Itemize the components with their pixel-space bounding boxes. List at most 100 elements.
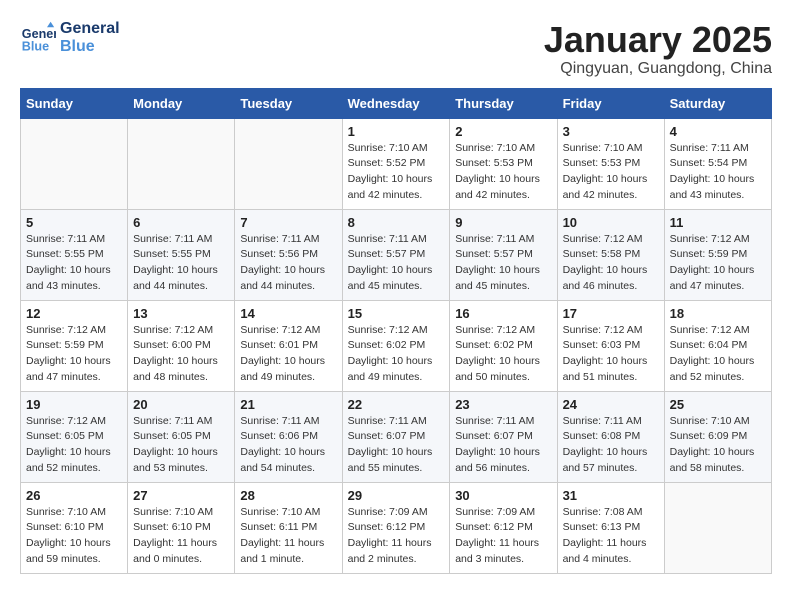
calendar-cell: 26 Sunrise: 7:10 AMSunset: 6:10 PMDayligh… — [21, 482, 128, 573]
calendar-cell: 31 Sunrise: 7:08 AMSunset: 6:13 PMDayligh… — [557, 482, 664, 573]
day-info: Sunrise: 7:12 AMSunset: 6:04 PMDaylight:… — [670, 323, 766, 386]
calendar-cell: 5 Sunrise: 7:11 AMSunset: 5:55 PMDaylight… — [21, 209, 128, 300]
week-row-3: 12 Sunrise: 7:12 AMSunset: 5:59 PMDayligh… — [21, 300, 772, 391]
calendar-cell: 4Sunrise: 7:11 AMSunset: 5:54 PMDaylight… — [664, 118, 771, 209]
weekday-header-monday: Monday — [128, 88, 235, 118]
day-number: 29 — [348, 488, 445, 503]
day-info: Sunrise: 7:12 AMSunset: 5:59 PMDaylight:… — [670, 232, 766, 295]
day-number: 9 — [455, 215, 551, 230]
calendar-cell: 13 Sunrise: 7:12 AMSunset: 6:00 PMDayligh… — [128, 300, 235, 391]
calendar-cell: 15 Sunrise: 7:12 AMSunset: 6:02 PMDayligh… — [342, 300, 450, 391]
weekday-header-sunday: Sunday — [21, 88, 128, 118]
day-info: Sunrise: 7:12 AMSunset: 6:01 PMDaylight:… — [240, 323, 336, 386]
day-info: Sunrise: 7:12 AMSunset: 5:58 PMDaylight:… — [563, 232, 659, 295]
day-number: 14 — [240, 306, 336, 321]
day-info: Sunrise: 7:09 AMSunset: 6:12 PMDaylight:… — [348, 505, 445, 568]
calendar-cell: 8 Sunrise: 7:11 AMSunset: 5:57 PMDaylight… — [342, 209, 450, 300]
calendar-cell: 6Sunrise: 7:11 AMSunset: 5:55 PMDaylight… — [128, 209, 235, 300]
calendar-cell: 22Sunrise: 7:11 AMSunset: 6:07 PMDayligh… — [342, 391, 450, 482]
day-info: Sunrise: 7:12 AMSunset: 5:59 PMDaylight:… — [26, 323, 122, 386]
calendar-cell: 14 Sunrise: 7:12 AMSunset: 6:01 PMDayligh… — [235, 300, 342, 391]
day-number: 12 — [26, 306, 122, 321]
calendar-cell: 10Sunrise: 7:12 AMSunset: 5:58 PMDayligh… — [557, 209, 664, 300]
day-number: 11 — [670, 215, 766, 230]
day-info: Sunrise: 7:10 AMSunset: 5:52 PMDaylight:… — [348, 141, 445, 204]
calendar-table: SundayMondayTuesdayWednesdayThursdayFrid… — [20, 88, 772, 574]
day-info: Sunrise: 7:12 AMSunset: 6:05 PMDaylight:… — [26, 414, 122, 477]
day-number: 24 — [563, 397, 659, 412]
calendar-cell — [128, 118, 235, 209]
day-info: Sunrise: 7:11 AMSunset: 5:55 PMDaylight:… — [26, 232, 122, 295]
calendar-cell: 11 Sunrise: 7:12 AMSunset: 5:59 PMDayligh… — [664, 209, 771, 300]
day-info: Sunrise: 7:12 AMSunset: 6:00 PMDaylight:… — [133, 323, 229, 386]
day-info: Sunrise: 7:11 AMSunset: 5:57 PMDaylight:… — [455, 232, 551, 295]
svg-text:Blue: Blue — [22, 40, 49, 54]
day-info: Sunrise: 7:12 AMSunset: 6:02 PMDaylight:… — [455, 323, 551, 386]
calendar-cell — [664, 482, 771, 573]
calendar-cell: 25 Sunrise: 7:10 AMSunset: 6:09 PMDayligh… — [664, 391, 771, 482]
calendar-cell: 29 Sunrise: 7:09 AMSunset: 6:12 PMDayligh… — [342, 482, 450, 573]
calendar-cell: 17Sunrise: 7:12 AMSunset: 6:03 PMDayligh… — [557, 300, 664, 391]
week-row-2: 5 Sunrise: 7:11 AMSunset: 5:55 PMDaylight… — [21, 209, 772, 300]
month-title: January 2025 — [544, 20, 772, 60]
logo: General Blue General Blue — [20, 20, 120, 56]
day-number: 18 — [670, 306, 766, 321]
logo-icon: General Blue — [20, 20, 56, 56]
day-number: 5 — [26, 215, 122, 230]
calendar-cell — [21, 118, 128, 209]
day-number: 19 — [26, 397, 122, 412]
day-number: 26 — [26, 488, 122, 503]
day-info: Sunrise: 7:11 AMSunset: 5:56 PMDaylight:… — [240, 232, 336, 295]
logo-general: General — [60, 20, 120, 38]
day-info: Sunrise: 7:10 AMSunset: 5:53 PMDaylight:… — [563, 141, 659, 204]
calendar-cell: 27 Sunrise: 7:10 AMSunset: 6:10 PMDayligh… — [128, 482, 235, 573]
week-row-4: 19 Sunrise: 7:12 AMSunset: 6:05 PMDayligh… — [21, 391, 772, 482]
calendar-cell: 20 Sunrise: 7:11 AMSunset: 6:05 PMDayligh… — [128, 391, 235, 482]
weekday-header-wednesday: Wednesday — [342, 88, 450, 118]
calendar-cell — [235, 118, 342, 209]
day-number: 16 — [455, 306, 551, 321]
day-info: Sunrise: 7:10 AMSunset: 6:10 PMDaylight:… — [26, 505, 122, 568]
day-info: Sunrise: 7:11 AMSunset: 6:07 PMDaylight:… — [455, 414, 551, 477]
calendar-cell: 16 Sunrise: 7:12 AMSunset: 6:02 PMDayligh… — [450, 300, 557, 391]
day-number: 2 — [455, 124, 551, 139]
day-number: 27 — [133, 488, 229, 503]
calendar-cell: 28Sunrise: 7:10 AMSunset: 6:11 PMDayligh… — [235, 482, 342, 573]
day-number: 22 — [348, 397, 445, 412]
day-number: 20 — [133, 397, 229, 412]
day-info: Sunrise: 7:08 AMSunset: 6:13 PMDaylight:… — [563, 505, 659, 568]
day-info: Sunrise: 7:12 AMSunset: 6:03 PMDaylight:… — [563, 323, 659, 386]
calendar-cell: 7 Sunrise: 7:11 AMSunset: 5:56 PMDaylight… — [235, 209, 342, 300]
day-info: Sunrise: 7:12 AMSunset: 6:02 PMDaylight:… — [348, 323, 445, 386]
calendar-cell: 24 Sunrise: 7:11 AMSunset: 6:08 PMDayligh… — [557, 391, 664, 482]
day-info: Sunrise: 7:10 AMSunset: 5:53 PMDaylight:… — [455, 141, 551, 204]
day-info: Sunrise: 7:11 AMSunset: 6:05 PMDaylight:… — [133, 414, 229, 477]
day-number: 28 — [240, 488, 336, 503]
day-info: Sunrise: 7:09 AMSunset: 6:12 PMDaylight:… — [455, 505, 551, 568]
day-info: Sunrise: 7:10 AMSunset: 6:10 PMDaylight:… — [133, 505, 229, 568]
day-info: Sunrise: 7:11 AMSunset: 5:57 PMDaylight:… — [348, 232, 445, 295]
day-number: 25 — [670, 397, 766, 412]
weekday-header-friday: Friday — [557, 88, 664, 118]
calendar-cell: 18 Sunrise: 7:12 AMSunset: 6:04 PMDayligh… — [664, 300, 771, 391]
day-number: 8 — [348, 215, 445, 230]
day-number: 7 — [240, 215, 336, 230]
weekday-header-saturday: Saturday — [664, 88, 771, 118]
day-number: 21 — [240, 397, 336, 412]
calendar-cell: 21Sunrise: 7:11 AMSunset: 6:06 PMDayligh… — [235, 391, 342, 482]
day-number: 15 — [348, 306, 445, 321]
calendar-cell: 3Sunrise: 7:10 AMSunset: 5:53 PMDaylight… — [557, 118, 664, 209]
day-number: 13 — [133, 306, 229, 321]
logo-blue: Blue — [60, 38, 120, 56]
calendar-cell: 12 Sunrise: 7:12 AMSunset: 5:59 PMDayligh… — [21, 300, 128, 391]
day-info: Sunrise: 7:10 AMSunset: 6:09 PMDaylight:… — [670, 414, 766, 477]
calendar-cell: 9 Sunrise: 7:11 AMSunset: 5:57 PMDaylight… — [450, 209, 557, 300]
title-block: January 2025 Qingyuan, Guangdong, China — [544, 20, 772, 78]
day-number: 4 — [670, 124, 766, 139]
day-number: 31 — [563, 488, 659, 503]
day-info: Sunrise: 7:11 AMSunset: 5:55 PMDaylight:… — [133, 232, 229, 295]
calendar-cell: 1Sunrise: 7:10 AMSunset: 5:52 PMDaylight… — [342, 118, 450, 209]
page-header: General Blue General Blue January 2025 Q… — [20, 20, 772, 78]
calendar-cell: 30Sunrise: 7:09 AMSunset: 6:12 PMDayligh… — [450, 482, 557, 573]
day-info: Sunrise: 7:11 AMSunset: 6:08 PMDaylight:… — [563, 414, 659, 477]
